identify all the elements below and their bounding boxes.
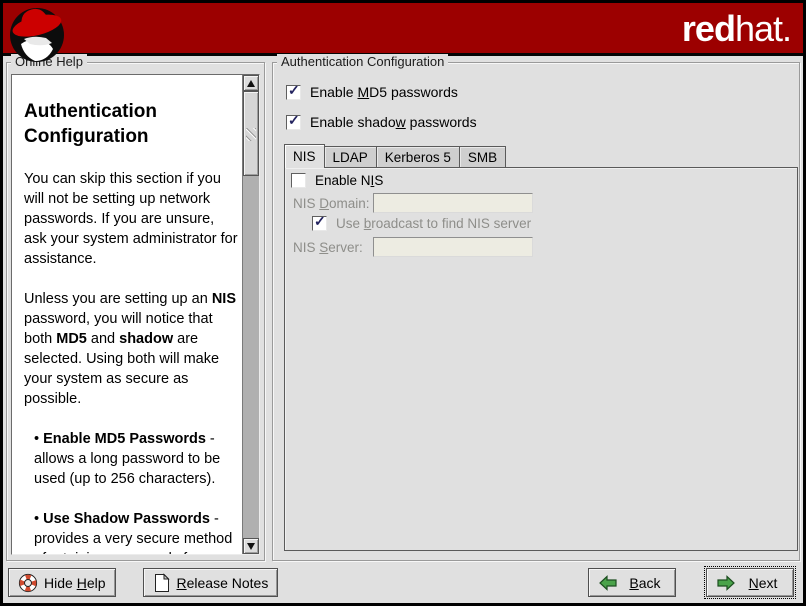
nis-domain-label: NIS Domain: [293, 196, 373, 211]
checkbox-box: ✓ [286, 115, 301, 130]
triangle-up-icon [247, 80, 255, 87]
help-paragraph: Unless you are setting up an NIS passwor… [24, 289, 238, 409]
help-paragraph: You can skip this section if you will no… [24, 169, 238, 269]
nis-tab-page: Enable NIS NIS Domain: ✓ Use broadcast t… [284, 167, 798, 551]
checkbox-label: Enable shadow passwords [310, 114, 477, 130]
footer-button-bar: Hide Help Release Notes Back Next [3, 562, 803, 603]
next-button[interactable]: Next [706, 568, 794, 597]
tab-bar: NIS LDAP Kerberos 5 SMB [284, 143, 798, 167]
document-page-icon [153, 573, 171, 593]
tab-ldap[interactable]: LDAP [324, 146, 377, 167]
nis-server-label: NIS Server: [293, 240, 373, 255]
help-viewport: Authentication Configuration You can ski… [11, 74, 260, 555]
button-label: Hide Help [44, 575, 106, 591]
nis-server-input [373, 237, 533, 257]
auth-config-panel: Authentication Configuration ✓ Enable MD… [272, 62, 800, 561]
header-banner: redhat. [3, 3, 803, 56]
checkbox-enable-nis[interactable]: Enable NIS [291, 173, 383, 188]
button-label: Next [742, 575, 784, 591]
help-bullet: • Enable MD5 Passwords - allows a long p… [24, 429, 238, 489]
checkbox-label: Enable MD5 passwords [310, 84, 458, 100]
auth-notebook: NIS LDAP Kerberos 5 SMB Enable NIS NIS D… [284, 143, 798, 551]
redhat-shadowman-logo-icon [8, 5, 66, 63]
main-content: Online Help Authentication Configuration… [3, 56, 803, 562]
help-heading: Authentication Configuration [24, 99, 238, 149]
checkbox-box: ✓ [312, 216, 327, 231]
checkbox-label: Enable NIS [315, 173, 383, 188]
scroll-down-button[interactable] [243, 538, 259, 554]
triangle-down-icon [247, 543, 255, 550]
checkbox-box: ✓ [286, 85, 301, 100]
checkmark-icon: ✓ [288, 82, 300, 99]
scrollbar-track[interactable] [243, 91, 259, 538]
online-help-panel: Online Help Authentication Configuration… [6, 62, 265, 561]
release-notes-button[interactable]: Release Notes [143, 568, 279, 597]
nis-server-row: NIS Server: [293, 237, 533, 257]
help-scrollbar[interactable] [242, 75, 259, 554]
help-bullet: • Use Shadow Passwords - provides a very… [24, 509, 238, 554]
help-text: Authentication Configuration You can ski… [12, 75, 242, 554]
checkbox-box [291, 173, 306, 188]
redhat-wordmark: redhat. [682, 9, 791, 49]
thumb-grip-icon [246, 128, 256, 141]
auth-config-frame-label: Authentication Configuration [277, 54, 448, 69]
life-preserver-icon [18, 573, 38, 593]
installer-window: redhat. Online Help Authentication Confi… [0, 0, 806, 606]
checkmark-icon: ✓ [288, 112, 300, 129]
tab-kerberos5[interactable]: Kerberos 5 [376, 146, 460, 167]
arrow-right-icon [716, 574, 736, 592]
nis-domain-row: NIS Domain: [293, 193, 533, 213]
hide-help-button[interactable]: Hide Help [8, 568, 116, 597]
back-button[interactable]: Back [588, 568, 676, 597]
checkbox-enable-md5[interactable]: ✓ Enable MD5 passwords [286, 84, 458, 100]
tab-smb[interactable]: SMB [459, 146, 506, 167]
button-label: Back [624, 575, 666, 591]
checkbox-use-broadcast: ✓ Use broadcast to find NIS server [312, 216, 531, 231]
checkmark-icon: ✓ [314, 213, 326, 230]
scroll-up-button[interactable] [243, 75, 259, 91]
scrollbar-thumb[interactable] [243, 91, 259, 176]
button-label: Release Notes [177, 575, 269, 591]
arrow-left-icon [598, 574, 618, 592]
nis-domain-input [373, 193, 533, 213]
checkbox-label: Use broadcast to find NIS server [336, 216, 531, 231]
tab-nis[interactable]: NIS [284, 144, 325, 168]
checkbox-enable-shadow[interactable]: ✓ Enable shadow passwords [286, 114, 477, 130]
